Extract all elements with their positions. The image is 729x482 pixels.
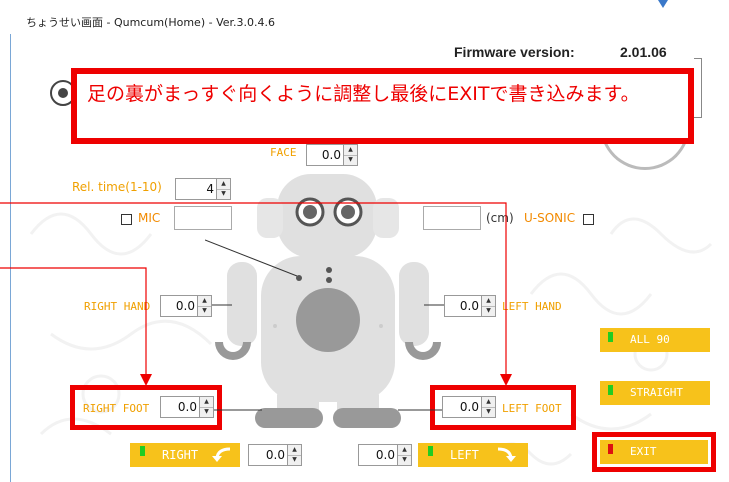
spin-down-icon[interactable]: ▼ <box>198 305 211 317</box>
instruction-callout: 足の裏がまっすぐ向くように調整し最後にEXITで書き込みます。 <box>71 68 694 144</box>
spin-down-icon[interactable]: ▼ <box>482 406 495 418</box>
spin-up-icon[interactable]: ▲ <box>398 445 411 455</box>
instruction-text: 足の裏がまっすぐ向くように調整し最後にEXITで書き込みます。 <box>87 83 640 105</box>
status-led-icon <box>608 444 613 454</box>
all90-button[interactable]: ALL 90 <box>600 328 710 352</box>
usonic-unit: (cm) <box>486 211 514 225</box>
window-title: ちょうせい画面 - Qumcum(Home) - Ver.3.0.4.6 <box>26 16 276 29</box>
exit-button[interactable]: EXIT <box>600 440 708 464</box>
spin-up-icon[interactable]: ▲ <box>482 296 495 306</box>
face-spinner[interactable]: 0.0 ▲ ▼ <box>306 144 358 166</box>
right-hand-label: RIGHT HAND <box>84 300 151 313</box>
status-led-icon <box>608 385 613 395</box>
spin-up-icon[interactable]: ▲ <box>288 445 301 455</box>
left-hand-spinner[interactable]: 0.0 ▲ ▼ <box>444 295 496 317</box>
face-value: 0.0 <box>321 148 341 162</box>
spin-down-icon[interactable]: ▼ <box>398 454 411 466</box>
right-turn-spinner[interactable]: 0.0 ▲ ▼ <box>248 444 302 466</box>
right-foot-value: 0.0 <box>177 400 197 414</box>
usonic-label: U-SONIC <box>524 211 576 225</box>
left-turn-value: 0.0 <box>375 448 395 462</box>
curved-arrow-right-icon <box>497 447 516 462</box>
left-hand-label: LEFT HAND <box>502 300 562 313</box>
firmware-label: Firmware version: <box>454 44 575 60</box>
left-turn-spinner[interactable]: 0.0 ▲ ▼ <box>358 444 412 466</box>
spin-down-icon[interactable]: ▼ <box>344 154 357 166</box>
curved-arrow-left-icon <box>212 447 231 462</box>
scroll-marker-icon <box>658 0 668 8</box>
face-label: FACE <box>270 146 297 159</box>
title-bar: ちょうせい画面 - Qumcum(Home) - Ver.3.0.4.6 <box>10 0 729 34</box>
mic-checkbox[interactable] <box>121 214 132 225</box>
right-foot-spinner[interactable]: 0.0 ▲ ▼ <box>160 396 214 418</box>
right-turn-button[interactable]: RIGHT <box>130 443 240 467</box>
spin-down-icon[interactable]: ▼ <box>482 305 495 317</box>
left-foot-spinner[interactable]: 0.0 ▲ ▼ <box>442 396 496 418</box>
right-hand-spinner[interactable]: 0.0 ▲ ▼ <box>160 295 212 317</box>
left-hand-value: 0.0 <box>459 299 479 313</box>
left-turn-button[interactable]: LEFT <box>418 443 528 467</box>
spin-down-icon[interactable]: ▼ <box>200 406 213 418</box>
status-led-icon <box>140 446 145 456</box>
spin-up-icon[interactable]: ▲ <box>200 397 213 407</box>
right-hand-value: 0.0 <box>175 299 195 313</box>
left-foot-label: LEFT FOOT <box>502 402 562 415</box>
rel-time-label: Rel. time(1-10) <box>72 180 162 194</box>
mic-label: MIC <box>138 211 161 225</box>
panel-bracket <box>694 58 702 118</box>
left-foot-value: 0.0 <box>459 400 479 414</box>
spin-up-icon[interactable]: ▲ <box>198 296 211 306</box>
right-foot-label: RIGHT FOOT <box>83 402 150 415</box>
straight-button[interactable]: STRAIGHT <box>600 381 710 405</box>
right-turn-value: 0.0 <box>265 448 285 462</box>
adjustment-screen: ちょうせい画面 - Qumcum(Home) - Ver.3.0.4.6 Fir… <box>0 0 729 482</box>
status-led-icon <box>608 332 613 342</box>
spin-down-icon[interactable]: ▼ <box>288 454 301 466</box>
status-led-icon <box>428 446 433 456</box>
robot-illustration <box>205 174 441 428</box>
firmware-value: 2.01.06 <box>620 44 667 60</box>
spin-up-icon[interactable]: ▲ <box>482 397 495 407</box>
spin-up-icon[interactable]: ▲ <box>344 145 357 155</box>
usonic-checkbox[interactable] <box>583 214 594 225</box>
